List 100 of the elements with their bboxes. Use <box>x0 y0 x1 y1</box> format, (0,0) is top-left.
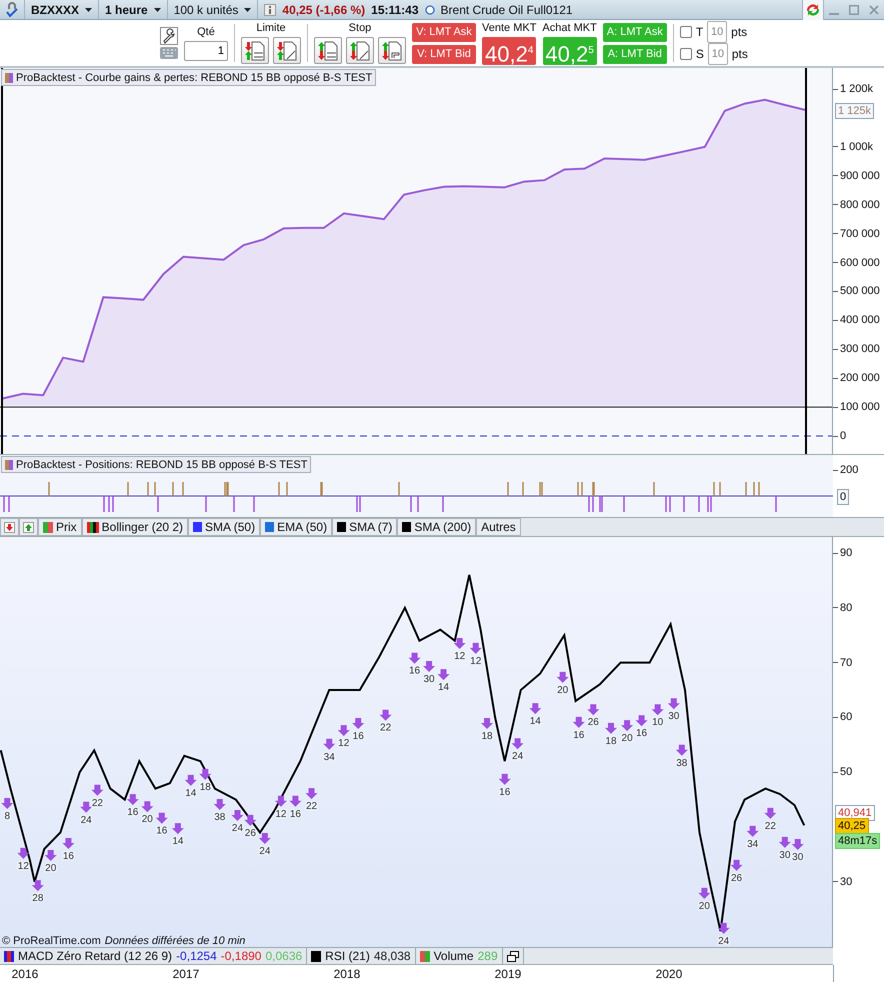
delay-note: Données différées de 10 min <box>104 935 246 947</box>
order-icon <box>381 40 403 62</box>
trade-label: 24 <box>80 814 92 826</box>
trade-label: 20 <box>698 900 710 912</box>
link-icon[interactable] <box>6 2 18 18</box>
down-arrow-icon <box>652 704 664 716</box>
sell-market-button[interactable]: 40,2$^{4}$ <box>482 36 536 64</box>
down-arrow-icon <box>274 796 287 807</box>
up-arrow-icon <box>23 522 34 532</box>
axis-label: 800 000 <box>840 198 880 211</box>
trade-label: 16 <box>499 786 510 798</box>
trade-label: 16 <box>352 730 364 742</box>
down-arrow-icon <box>498 774 511 785</box>
trade-label: 16 <box>290 808 301 820</box>
quote-change: 40,25 (-1,66 %) <box>282 2 366 16</box>
trade-label: 38 <box>676 758 688 769</box>
down-arrow-icon <box>636 715 648 726</box>
limit-order-button[interactable] <box>273 37 301 64</box>
trade-label: 30 <box>779 850 790 861</box>
down-arrow-icon <box>792 839 804 850</box>
caret-icon <box>244 8 252 12</box>
date-label: 2018 <box>334 967 360 981</box>
down-arrow-icon <box>214 799 226 810</box>
sell-limit-button[interactable]: V: LMT Ask <box>412 22 476 42</box>
down-arrow-icon <box>481 718 494 729</box>
trade-label: 16 <box>573 730 584 741</box>
axis-label: 90 <box>840 547 852 559</box>
down-arrow-icon <box>621 720 634 732</box>
down-arrow-icon <box>4 522 15 532</box>
trade-label: 22 <box>380 722 392 734</box>
down-arrow-icon <box>338 725 350 736</box>
points-field[interactable]: 10 <box>707 21 728 43</box>
axis-label: 50 <box>840 766 852 778</box>
axis-label: 500 000 <box>840 285 880 298</box>
checkbox-label: S <box>696 47 704 61</box>
checkbox[interactable] <box>680 26 692 38</box>
trade-label: 14 <box>172 836 184 848</box>
trade-label: 16 <box>636 728 648 740</box>
stop-order-button[interactable] <box>346 37 374 64</box>
trade-label: 8 <box>4 810 10 822</box>
axis-label: 900 000 <box>840 170 880 182</box>
indicator-name[interactable]: RSI (21) <box>325 949 370 963</box>
instrument-name: Brent Crude Oil Full0121 <box>440 2 573 16</box>
windows-icon[interactable] <box>506 950 519 962</box>
indicator-name[interactable]: Volume <box>434 949 474 963</box>
down-arrow-icon <box>529 703 542 714</box>
trade-label: 26 <box>244 828 256 839</box>
last-price-badge: 40,25 <box>835 818 869 834</box>
timeframe-dropdown[interactable]: 1 heure <box>105 2 161 16</box>
buy-filter-button[interactable] <box>19 518 38 536</box>
limit-order-button[interactable] <box>241 37 269 64</box>
points-field[interactable]: 10 <box>708 43 728 65</box>
sell-limit-button[interactable]: V: LMT Bid <box>412 44 476 64</box>
stop-order-button[interactable] <box>378 37 406 64</box>
status-circle-icon <box>424 4 435 14</box>
down-arrow-icon <box>676 744 688 756</box>
down-arrow-icon <box>454 638 466 649</box>
down-arrow-icon <box>408 652 421 664</box>
trade-label: 30 <box>668 711 680 722</box>
down-arrow-icon <box>438 669 450 680</box>
down-arrow-icon <box>512 738 524 750</box>
quantity-field[interactable]: 1 <box>184 40 228 60</box>
order-icon <box>244 40 266 62</box>
sell-market-label: Vente MKT <box>482 22 536 34</box>
down-arrow-icon <box>80 802 92 813</box>
quantity-dropdown[interactable]: 100 k unités <box>174 2 252 16</box>
axis-label: 80 <box>840 602 852 614</box>
axis-label: 100 000 <box>840 401 880 414</box>
checkbox-label: T <box>696 25 704 39</box>
trade-label: 20 <box>45 863 56 874</box>
wrench-icon[interactable] <box>160 27 178 45</box>
refresh-icon[interactable] <box>805 2 821 18</box>
sell-filter-button[interactable] <box>0 518 19 536</box>
down-arrow-icon <box>556 672 569 683</box>
trade-label: 22 <box>306 801 318 812</box>
down-arrow-icon <box>572 716 585 728</box>
trade-label: 24 <box>718 936 730 947</box>
down-arrow-icon <box>587 704 600 716</box>
down-arrow-icon <box>231 810 244 821</box>
axis-label: 200 000 <box>840 372 880 384</box>
indicator-name[interactable]: MACD Zéro Retard (12 26 9) <box>18 949 172 963</box>
indicator-value: -0,1254 <box>176 949 217 963</box>
down-arrow-icon <box>184 774 197 786</box>
trade-label: 14 <box>185 788 196 799</box>
checkbox[interactable] <box>680 48 692 60</box>
trade-label: 16 <box>62 850 74 862</box>
instrument-dropdown[interactable]: BZXXXX <box>31 2 92 16</box>
trade-label: 14 <box>530 716 541 728</box>
info-icon[interactable] <box>264 4 276 16</box>
quote-time: 15:11:43 <box>371 2 419 16</box>
stop-order-button[interactable] <box>314 37 342 64</box>
indicator-value: 289 <box>478 949 498 963</box>
down-arrow-icon <box>352 718 364 729</box>
countdown-badge: 48m17s <box>835 833 880 850</box>
rsi-swatch-icon <box>311 950 322 962</box>
down-arrow-icon <box>244 814 256 826</box>
trade-label: 34 <box>324 752 335 763</box>
date-label: 2017 <box>172 967 200 981</box>
copyright-text: © ProRealTime.com <box>2 935 101 947</box>
trade-label: 20 <box>142 814 153 826</box>
